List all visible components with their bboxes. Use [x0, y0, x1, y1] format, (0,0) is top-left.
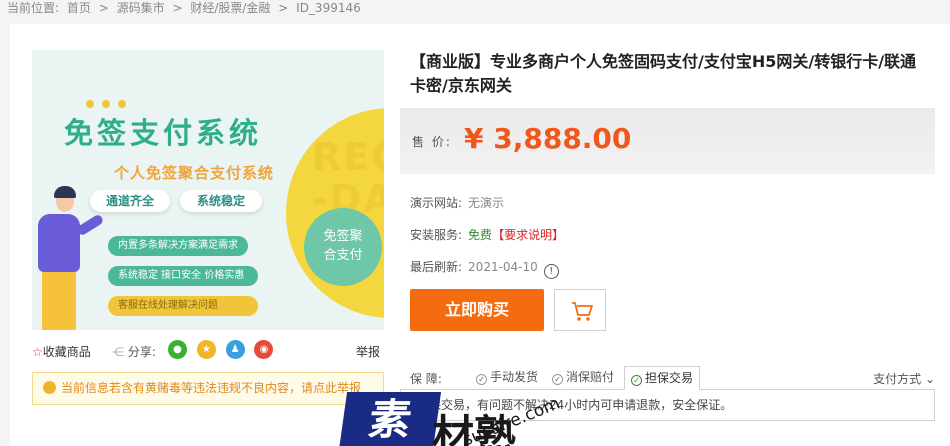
notice-text: 当前信息若含有黄赌毒等违法违规不良内容，请点此举报 [61, 381, 362, 395]
guarantee-label: 保 障: [410, 372, 442, 386]
demo-value: 无演示 [468, 196, 505, 210]
watermark-logo: 素 [338, 392, 442, 446]
chevron-down-icon: ⌄ [924, 372, 935, 386]
price-value: ¥ 3,888.00 [464, 122, 632, 155]
image-feature-bar: 内置多条解决方案满足需求 [108, 236, 248, 256]
refresh-date: 2021-04-10 [468, 260, 538, 274]
guarantee-bar: 保 障: ✓ 手动发货 ✓ 消保赔付 ✓ 担保交易 支付方式 ⌄ [400, 366, 935, 390]
image-feature-bar: 客服在线处理解决问题 [108, 296, 258, 316]
check-icon: ✓ [552, 374, 563, 385]
install-free: 免费 [468, 228, 493, 242]
tab-manual-delivery[interactable]: ✓ 手动发货 [470, 366, 544, 390]
price-box: 售 价: ¥ 3,888.00 [400, 108, 935, 174]
breadcrumb-separator: > [98, 1, 109, 15]
share-icon: ⋲ [112, 345, 124, 359]
breadcrumb-item-id: ID_399146 [296, 1, 361, 15]
image-feature-bar: 系统稳定 接口安全 价格实惠 [108, 266, 258, 286]
image-pill-stable: 系统稳定 [180, 190, 262, 212]
add-to-cart-button[interactable] [554, 289, 606, 331]
cart-icon [572, 302, 593, 321]
refresh-row: 最后刷新: 2021-04-10! [410, 258, 559, 279]
check-icon: ✓ [476, 374, 487, 385]
breadcrumb-separator: > [172, 1, 183, 15]
install-row: 安装服务: 免费【要求说明】 [410, 226, 564, 243]
image-subline: 个人免签聚合支付系统 [114, 164, 275, 182]
image-pill-channels: 通道齐全 [90, 190, 170, 212]
info-icon[interactable]: ! [543, 264, 559, 279]
person-illustration [42, 268, 76, 330]
product-card: REC -DA 免签支付系统 个人免签聚合支付系统 通道齐全 系统稳定 内置多条… [10, 24, 950, 446]
favorite-label: 收藏商品 [42, 345, 91, 359]
refresh-label: 最后刷新: [410, 260, 463, 274]
breadcrumb-home[interactable]: 首页 [67, 1, 91, 15]
breadcrumb-separator: > [278, 1, 289, 15]
bulb-icon [43, 381, 56, 394]
person-illustration [75, 213, 105, 237]
image-footer: ☆收藏商品 ⋲ 分享: ● ★ ♟ ◉ 举报 [32, 340, 384, 360]
buy-now-button[interactable]: 立即购买 [410, 289, 544, 331]
product-title: 【商业版】专业多商户个人免签固码支付/支付宝H5网关/转银行卡/联通卡密/京东网… [410, 52, 917, 95]
share-text: 分享: [127, 345, 156, 359]
payment-method-dropdown[interactable]: 支付方式 ⌄ [873, 370, 935, 387]
content-notice[interactable]: 当前信息若含有黄赌毒等违法违规不良内容，请点此举报 [32, 372, 384, 405]
breadcrumb-prefix: 当前位置: [7, 1, 60, 15]
wechat-icon[interactable]: ● [168, 340, 187, 359]
breadcrumb: 当前位置: 首页 > 源码集市 > 财经/股票/金融 > ID_399146 [7, 0, 365, 18]
tab-consumer-protection[interactable]: ✓ 消保赔付 [546, 366, 620, 390]
share-label: ⋲ 分享: [112, 343, 156, 360]
breadcrumb-source-market[interactable]: 源码集市 [117, 1, 165, 15]
product-image[interactable]: REC -DA 免签支付系统 个人免签聚合支付系统 通道齐全 系统稳定 内置多条… [32, 50, 384, 330]
qq-icon[interactable]: ♟ [225, 340, 245, 359]
image-headline: 免签支付系统 [64, 116, 263, 150]
check-icon: ✓ [631, 375, 642, 386]
demo-row: 演示网站: 无演示 [410, 194, 504, 211]
star-icon: ☆ [32, 345, 43, 359]
image-circle-badge: 免签聚 合支付 [304, 208, 382, 286]
person-illustration [54, 186, 76, 198]
favorite-button[interactable]: ☆收藏商品 [32, 343, 91, 360]
demo-label: 演示网站: [410, 196, 463, 210]
report-link[interactable]: 举报 [356, 343, 380, 360]
share-icons: ● ★ ♟ ◉ [168, 340, 279, 359]
qzone-icon[interactable]: ★ [196, 340, 216, 359]
install-requirements-link[interactable]: 【要求说明】 [492, 228, 564, 242]
weibo-icon[interactable]: ◉ [254, 340, 274, 359]
price-label: 售 价: [412, 135, 452, 149]
install-label: 安装服务: [410, 228, 463, 242]
tab-escrow[interactable]: ✓ 担保交易 [624, 366, 701, 390]
breadcrumb-finance[interactable]: 财经/股票/金融 [190, 1, 270, 15]
person-illustration [38, 214, 80, 272]
